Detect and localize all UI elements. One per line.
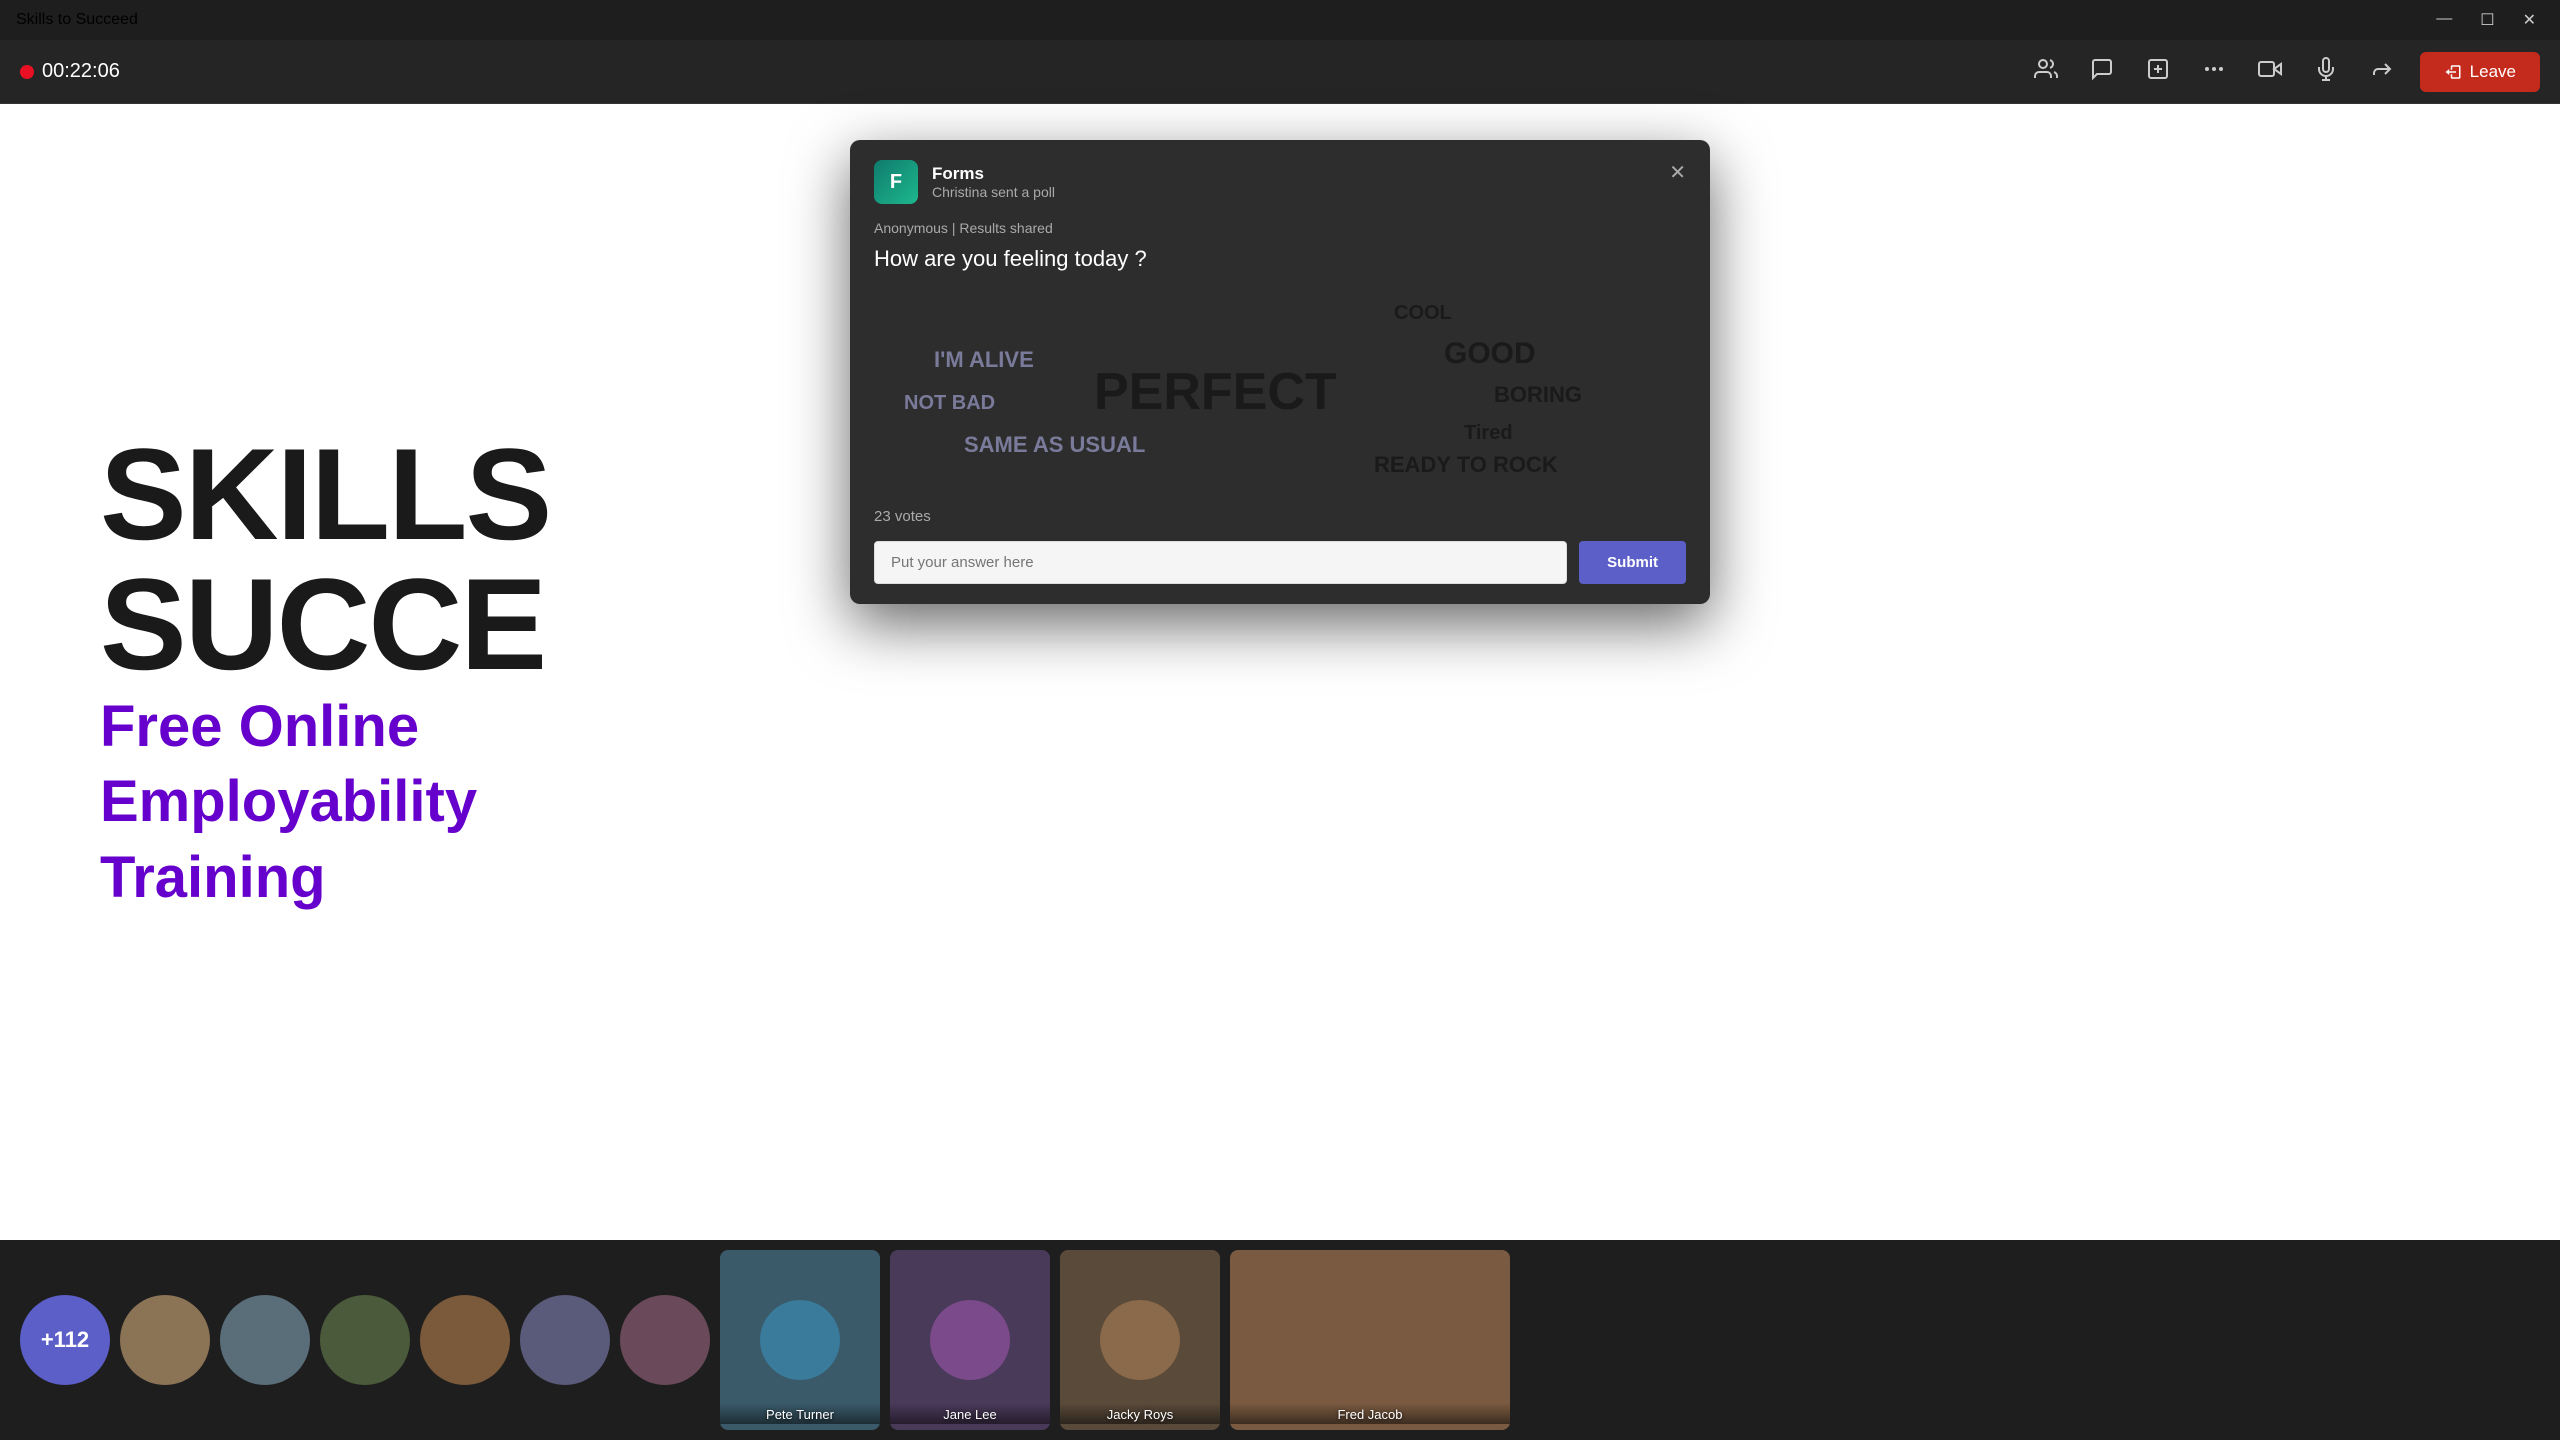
participant-tile [220, 1295, 310, 1385]
poll-app-name: Forms [932, 164, 1055, 184]
forms-icon: F [874, 160, 918, 204]
participant-fred-jacob: Fred Jacob [1230, 1250, 1510, 1430]
participant-jane-lee: Jane Lee [890, 1250, 1050, 1430]
mic-icon[interactable] [2308, 51, 2344, 93]
participant-tile [420, 1295, 510, 1385]
word-cloud-item: I'M ALIVE [934, 347, 1034, 373]
overflow-participants: +112 [20, 1250, 110, 1430]
poll-header: F Forms Christina sent a poll ✕ [850, 140, 1710, 220]
overflow-badge: +112 [20, 1295, 110, 1385]
titlebar-controls: — ☐ ✕ [2428, 6, 2544, 34]
jane-avatar [930, 1300, 1010, 1380]
word-cloud-item: BORING [1494, 382, 1582, 408]
poll-sent-by: Christina sent a poll [932, 184, 1055, 200]
poll-votes: 23 votes [874, 508, 1686, 525]
whiteboard-icon[interactable] [2140, 51, 2176, 93]
people-icon[interactable] [2028, 51, 2064, 93]
slide-title-line1: SKILLS [100, 429, 550, 559]
word-cloud-item: READY TO ROCK [1374, 452, 1558, 478]
participants-bar: +112 Pete Turner Jane Lee Jacky Roys Fre… [0, 1240, 2560, 1440]
poll-meta: Anonymous | Results shared [874, 220, 1686, 236]
more-icon[interactable] [2196, 51, 2232, 93]
word-cloud: PERFECT GOOD COOL I'M ALIVE NOT BAD SAME AS U… [874, 292, 1686, 492]
leave-label: Leave [2470, 62, 2516, 82]
poll-question: How are you feeling today ? [874, 246, 1686, 272]
video-icon[interactable] [2252, 51, 2288, 93]
poll-body: Anonymous | Results shared How are you f… [850, 220, 1710, 604]
pete-label: Pete Turner [720, 1403, 880, 1424]
titlebar: Skills to Succeed — ☐ ✕ [0, 0, 2560, 40]
participant-tile [620, 1295, 710, 1385]
pete-avatar [760, 1300, 840, 1380]
minimize-button[interactable]: — [2428, 6, 2460, 34]
poll-modal: F Forms Christina sent a poll ✕ Anonymou… [850, 140, 1710, 604]
poll-submit-button[interactable]: Submit [1579, 541, 1686, 584]
titlebar-title: Skills to Succeed [16, 11, 138, 29]
slide-subtitle: Free Online Employability Training [100, 689, 550, 915]
maximize-button[interactable]: ☐ [2472, 6, 2502, 34]
word-cloud-item: Tired [1464, 422, 1513, 445]
word-cloud-item: PERFECT [1094, 362, 1337, 422]
toolbar: 00:22:06 [0, 40, 2560, 104]
recording-dot [20, 65, 34, 79]
participant-tile [320, 1295, 410, 1385]
poll-close-button[interactable]: ✕ [1661, 156, 1694, 189]
participant-pete-turner: Pete Turner [720, 1250, 880, 1430]
participant-tile [520, 1295, 610, 1385]
poll-input-row: Submit [874, 541, 1686, 584]
poll-header-text: Forms Christina sent a poll [932, 164, 1055, 200]
recording-time: 00:22:06 [42, 60, 120, 83]
poll-answer-input[interactable] [874, 541, 1567, 584]
word-cloud-item: NOT BAD [904, 392, 995, 415]
jacky-label: Jacky Roys [1060, 1403, 1220, 1424]
jacky-avatar [1100, 1300, 1180, 1380]
chat-icon[interactable] [2084, 51, 2120, 93]
word-cloud-item: SAME AS USUAL [964, 432, 1145, 458]
word-cloud-item: GOOD [1444, 337, 1536, 371]
participant-jacky-roys: Jacky Roys [1060, 1250, 1220, 1430]
close-button[interactable]: ✕ [2515, 6, 2544, 34]
word-cloud-item: COOL [1394, 302, 1452, 325]
slide-content: SKILLS SUCCE Free Online Employability T… [0, 349, 650, 995]
jane-label: Jane Lee [890, 1403, 1050, 1424]
participant-tile [120, 1295, 210, 1385]
recording-indicator: 00:22:06 [20, 60, 120, 83]
leave-button[interactable]: Leave [2420, 52, 2540, 92]
fred-label: Fred Jacob [1230, 1403, 1510, 1424]
toolbar-right: Leave [2028, 51, 2540, 93]
slide-title-line2: SUCCE [100, 559, 550, 689]
share-icon[interactable] [2364, 51, 2400, 93]
